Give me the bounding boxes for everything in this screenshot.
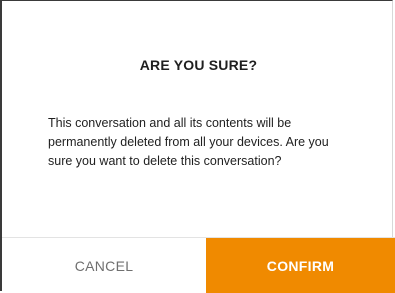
dialog-message: This conversation and all its contents w…: [48, 116, 329, 168]
cancel-button[interactable]: CANCEL: [2, 238, 206, 293]
dialog-footer: CANCEL CONFIRM: [2, 237, 395, 293]
dialog-title: ARE YOU SURE?: [139, 57, 258, 73]
confirm-delete-dialog: ARE YOU SURE? This conversation and all …: [0, 0, 395, 293]
confirm-button[interactable]: CONFIRM: [206, 238, 395, 293]
